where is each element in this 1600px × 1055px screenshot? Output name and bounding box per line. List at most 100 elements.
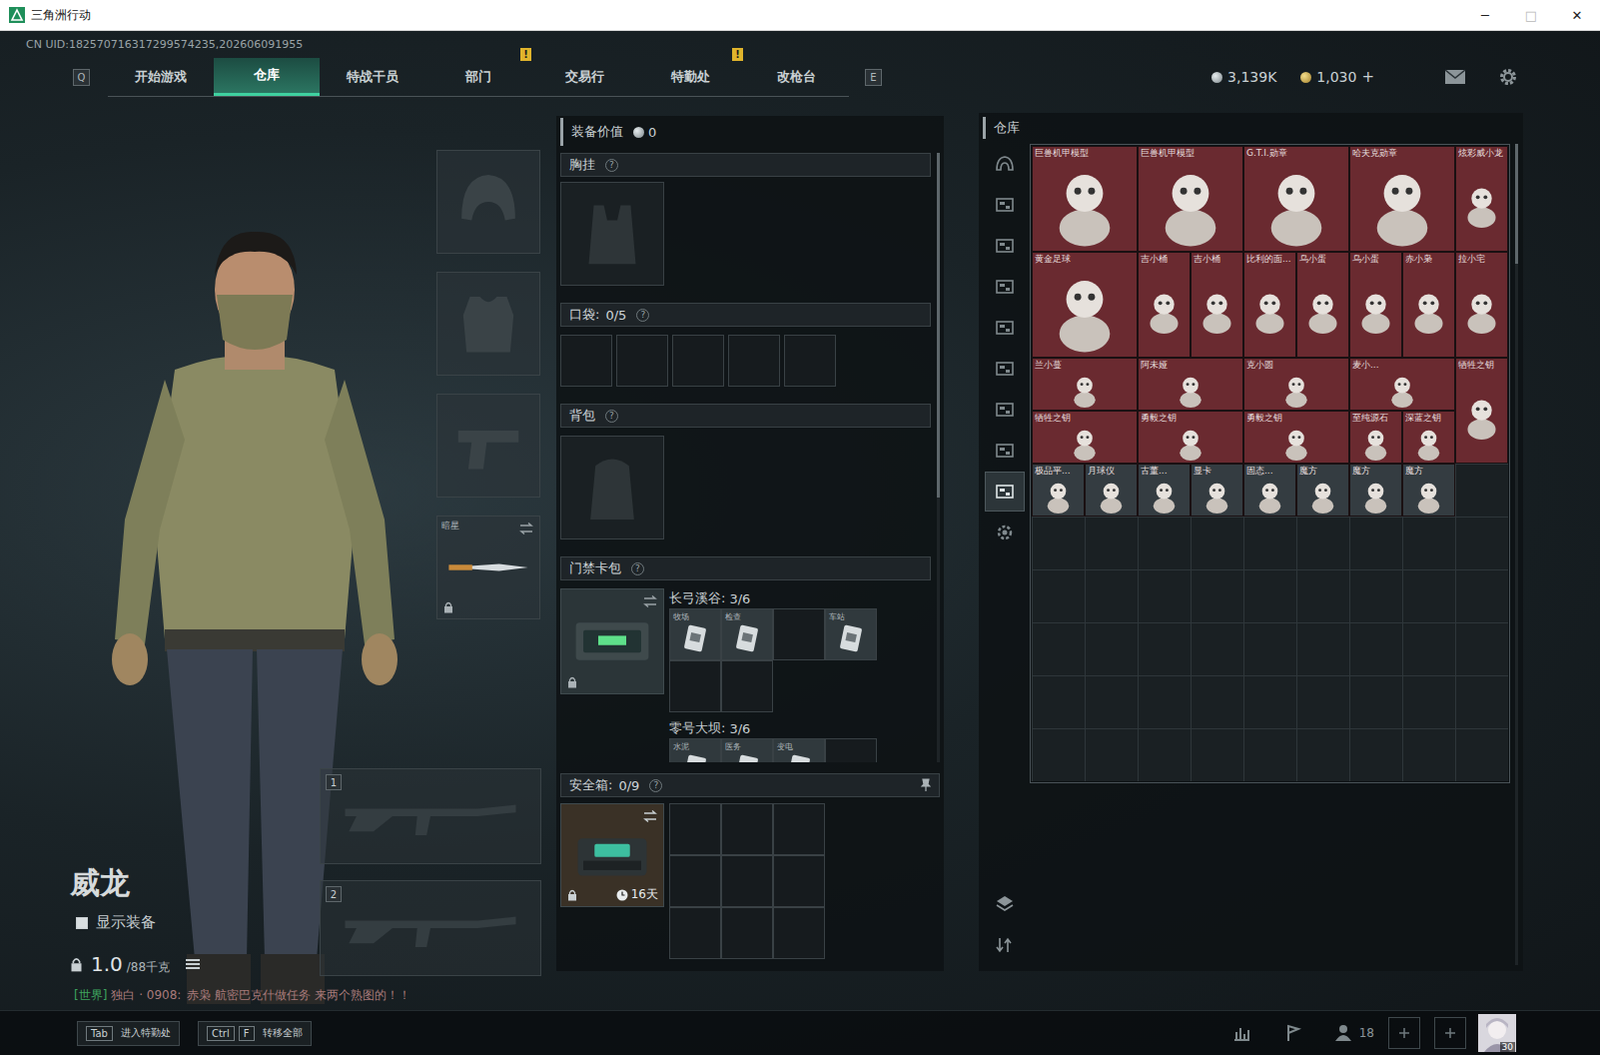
inventory-item[interactable]: 黄金足球 — [1031, 251, 1138, 358]
inventory-item[interactable]: 拉小宅 — [1455, 251, 1509, 358]
player-avatar[interactable]: 30 — [1478, 1013, 1517, 1052]
swap-icon[interactable] — [519, 522, 534, 535]
checkbox[interactable] — [75, 916, 88, 929]
keycard-slot[interactable]: 车站 — [824, 608, 877, 661]
equipment-slot[interactable] — [436, 271, 541, 376]
stats-chart-icon[interactable] — [1231, 1022, 1252, 1043]
keycard-slot[interactable]: 检查 — [721, 608, 774, 661]
inventory-item[interactable]: 乌小蛋 — [1296, 251, 1350, 358]
safe-box-cell[interactable] — [773, 802, 825, 855]
inventory-item[interactable]: 勇毅之钥 — [1243, 410, 1350, 464]
inventory-item[interactable]: 至纯源石 — [1349, 410, 1403, 464]
scroll-thumb[interactable] — [936, 152, 940, 498]
backpack-slot[interactable] — [560, 435, 665, 540]
keycard-slot[interactable] — [773, 608, 825, 661]
keycard-slot[interactable] — [669, 660, 722, 713]
settings-gear-icon[interactable] — [1498, 66, 1519, 87]
nav-tab[interactable]: 改枪台 — [743, 57, 849, 96]
inventory-item[interactable]: 麦小... — [1349, 357, 1456, 411]
equipment-slot[interactable]: 暗星 — [436, 515, 541, 620]
nav-tab[interactable]: 开始游戏 — [107, 57, 214, 96]
safe-box-cell[interactable] — [721, 854, 774, 907]
warehouse-tab[interactable] — [984, 389, 1025, 430]
safe-box-cell[interactable] — [773, 906, 825, 959]
warehouse-tab[interactable] — [984, 471, 1025, 512]
inventory-item[interactable]: 巨兽机甲模型 — [1031, 145, 1138, 252]
safe-box-cell[interactable] — [773, 854, 825, 907]
keycard-slot[interactable]: 医务 — [721, 738, 774, 763]
safe-box-slot[interactable]: 16天 — [560, 802, 665, 907]
prev-tab-key[interactable]: Q — [72, 68, 90, 86]
warehouse-tab[interactable] — [984, 184, 1025, 225]
inventory-item[interactable]: 哈夫克勋章 — [1349, 145, 1456, 252]
inventory-item[interactable]: 极品平... — [1031, 463, 1085, 517]
inventory-item[interactable]: 显卡 — [1190, 463, 1244, 517]
pin-icon[interactable] — [920, 778, 931, 793]
nav-tab[interactable]: 交易行 — [531, 57, 638, 96]
inventory-item[interactable]: 乌小蛋 — [1349, 251, 1403, 358]
pocket-slot[interactable] — [616, 334, 669, 387]
inventory-item[interactable]: 克小圆 — [1243, 357, 1350, 411]
warehouse-tab[interactable] — [984, 307, 1025, 348]
next-tab-key[interactable]: E — [864, 68, 882, 86]
help-button[interactable]: ? — [631, 562, 645, 576]
safe-box-cell[interactable] — [721, 906, 774, 959]
nav-tab[interactable]: 特勤处! — [637, 57, 744, 96]
inventory-item[interactable]: G.T.I.勋章 — [1243, 145, 1350, 252]
inventory-item[interactable]: 古董... — [1137, 463, 1191, 517]
inventory-item[interactable]: 固态... — [1243, 463, 1297, 517]
keycard-slot[interactable] — [721, 660, 774, 713]
pocket-slot[interactable] — [672, 334, 725, 387]
inventory-item[interactable]: 魔方 — [1349, 463, 1403, 517]
help-button[interactable]: ? — [605, 409, 619, 423]
inventory-item[interactable]: 魔方 — [1402, 463, 1456, 517]
shortcut-hint[interactable]: Tab进入特勤处 — [76, 1020, 180, 1046]
nav-tab[interactable]: 仓库 — [213, 57, 320, 96]
show-equipment-toggle[interactable]: 显示装备 — [69, 912, 320, 932]
keycard-case-slot[interactable] — [560, 588, 665, 695]
warehouse-tab[interactable] — [984, 225, 1025, 266]
warehouse-scrollbar[interactable] — [1515, 143, 1519, 965]
keycard-slot[interactable]: 牧场 — [669, 608, 722, 661]
inventory-item[interactable]: 赤小枭 — [1402, 251, 1456, 358]
swap-icon[interactable] — [643, 809, 658, 822]
loadout-scrollbar[interactable] — [936, 152, 940, 763]
equipment-slot[interactable] — [436, 149, 541, 254]
warehouse-tab[interactable] — [984, 430, 1025, 471]
mail-icon[interactable] — [1444, 68, 1467, 85]
warehouse-tab[interactable] — [984, 266, 1025, 307]
chest-rig-slot[interactable] — [560, 181, 665, 286]
warehouse-tool[interactable] — [984, 883, 1025, 924]
shortcut-hint[interactable]: CtrlF转移全部 — [197, 1020, 312, 1046]
inventory-item[interactable]: 勇毅之钥 — [1137, 410, 1244, 464]
window-control[interactable]: ✕ — [1554, 0, 1600, 30]
keycard-slot[interactable]: 水泥 — [669, 738, 722, 763]
help-button[interactable]: ? — [605, 158, 619, 172]
safe-box-cell[interactable] — [669, 802, 722, 855]
equipment-slot[interactable] — [436, 393, 541, 498]
inventory-item[interactable]: 牺牲之钥 — [1031, 410, 1138, 464]
keycard-slot[interactable] — [824, 738, 877, 763]
help-button[interactable]: ? — [636, 308, 650, 322]
invite-slot[interactable] — [1434, 1016, 1467, 1049]
inventory-item[interactable]: 炫彩威小龙 — [1455, 145, 1509, 252]
nav-tab[interactable]: 特战干员 — [319, 57, 426, 96]
window-control[interactable]: ─ — [1462, 0, 1509, 30]
inventory-item[interactable]: 阿未娅 — [1137, 357, 1244, 411]
warehouse-tab[interactable] — [984, 143, 1025, 184]
pocket-slot[interactable] — [560, 334, 613, 387]
list-icon[interactable] — [185, 957, 200, 970]
swap-icon[interactable] — [643, 595, 658, 608]
keycard-slot[interactable]: 变电 — [773, 738, 825, 763]
pocket-slot[interactable] — [784, 334, 836, 387]
nav-tab[interactable]: 部门! — [425, 57, 532, 96]
inventory-item[interactable]: 比利的面... — [1243, 251, 1297, 358]
weapon-slot[interactable]: 2 — [319, 879, 542, 976]
flag-icon[interactable] — [1283, 1022, 1304, 1043]
help-button[interactable]: ? — [649, 779, 663, 793]
warehouse-tool[interactable] — [984, 924, 1025, 965]
inventory-item[interactable]: 巨兽机甲模型 — [1137, 145, 1244, 252]
inventory-item[interactable]: 深蓝之钥 — [1402, 410, 1456, 464]
inventory-item[interactable]: 吉小桶 — [1190, 251, 1244, 358]
inventory-item[interactable]: 魔方 — [1296, 463, 1350, 517]
